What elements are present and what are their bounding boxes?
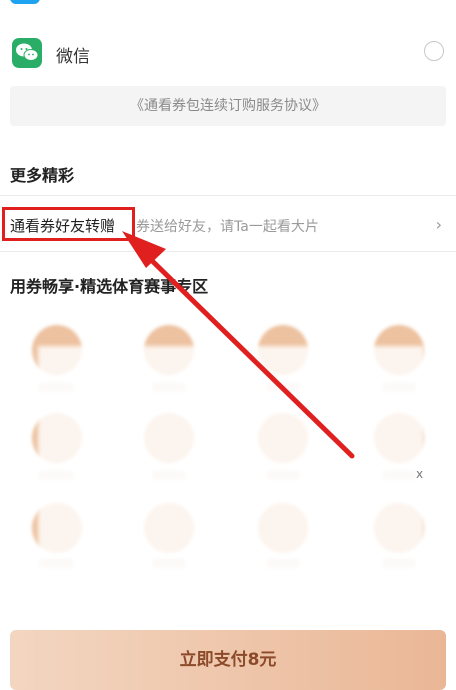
red-arrow-icon	[122, 231, 355, 459]
